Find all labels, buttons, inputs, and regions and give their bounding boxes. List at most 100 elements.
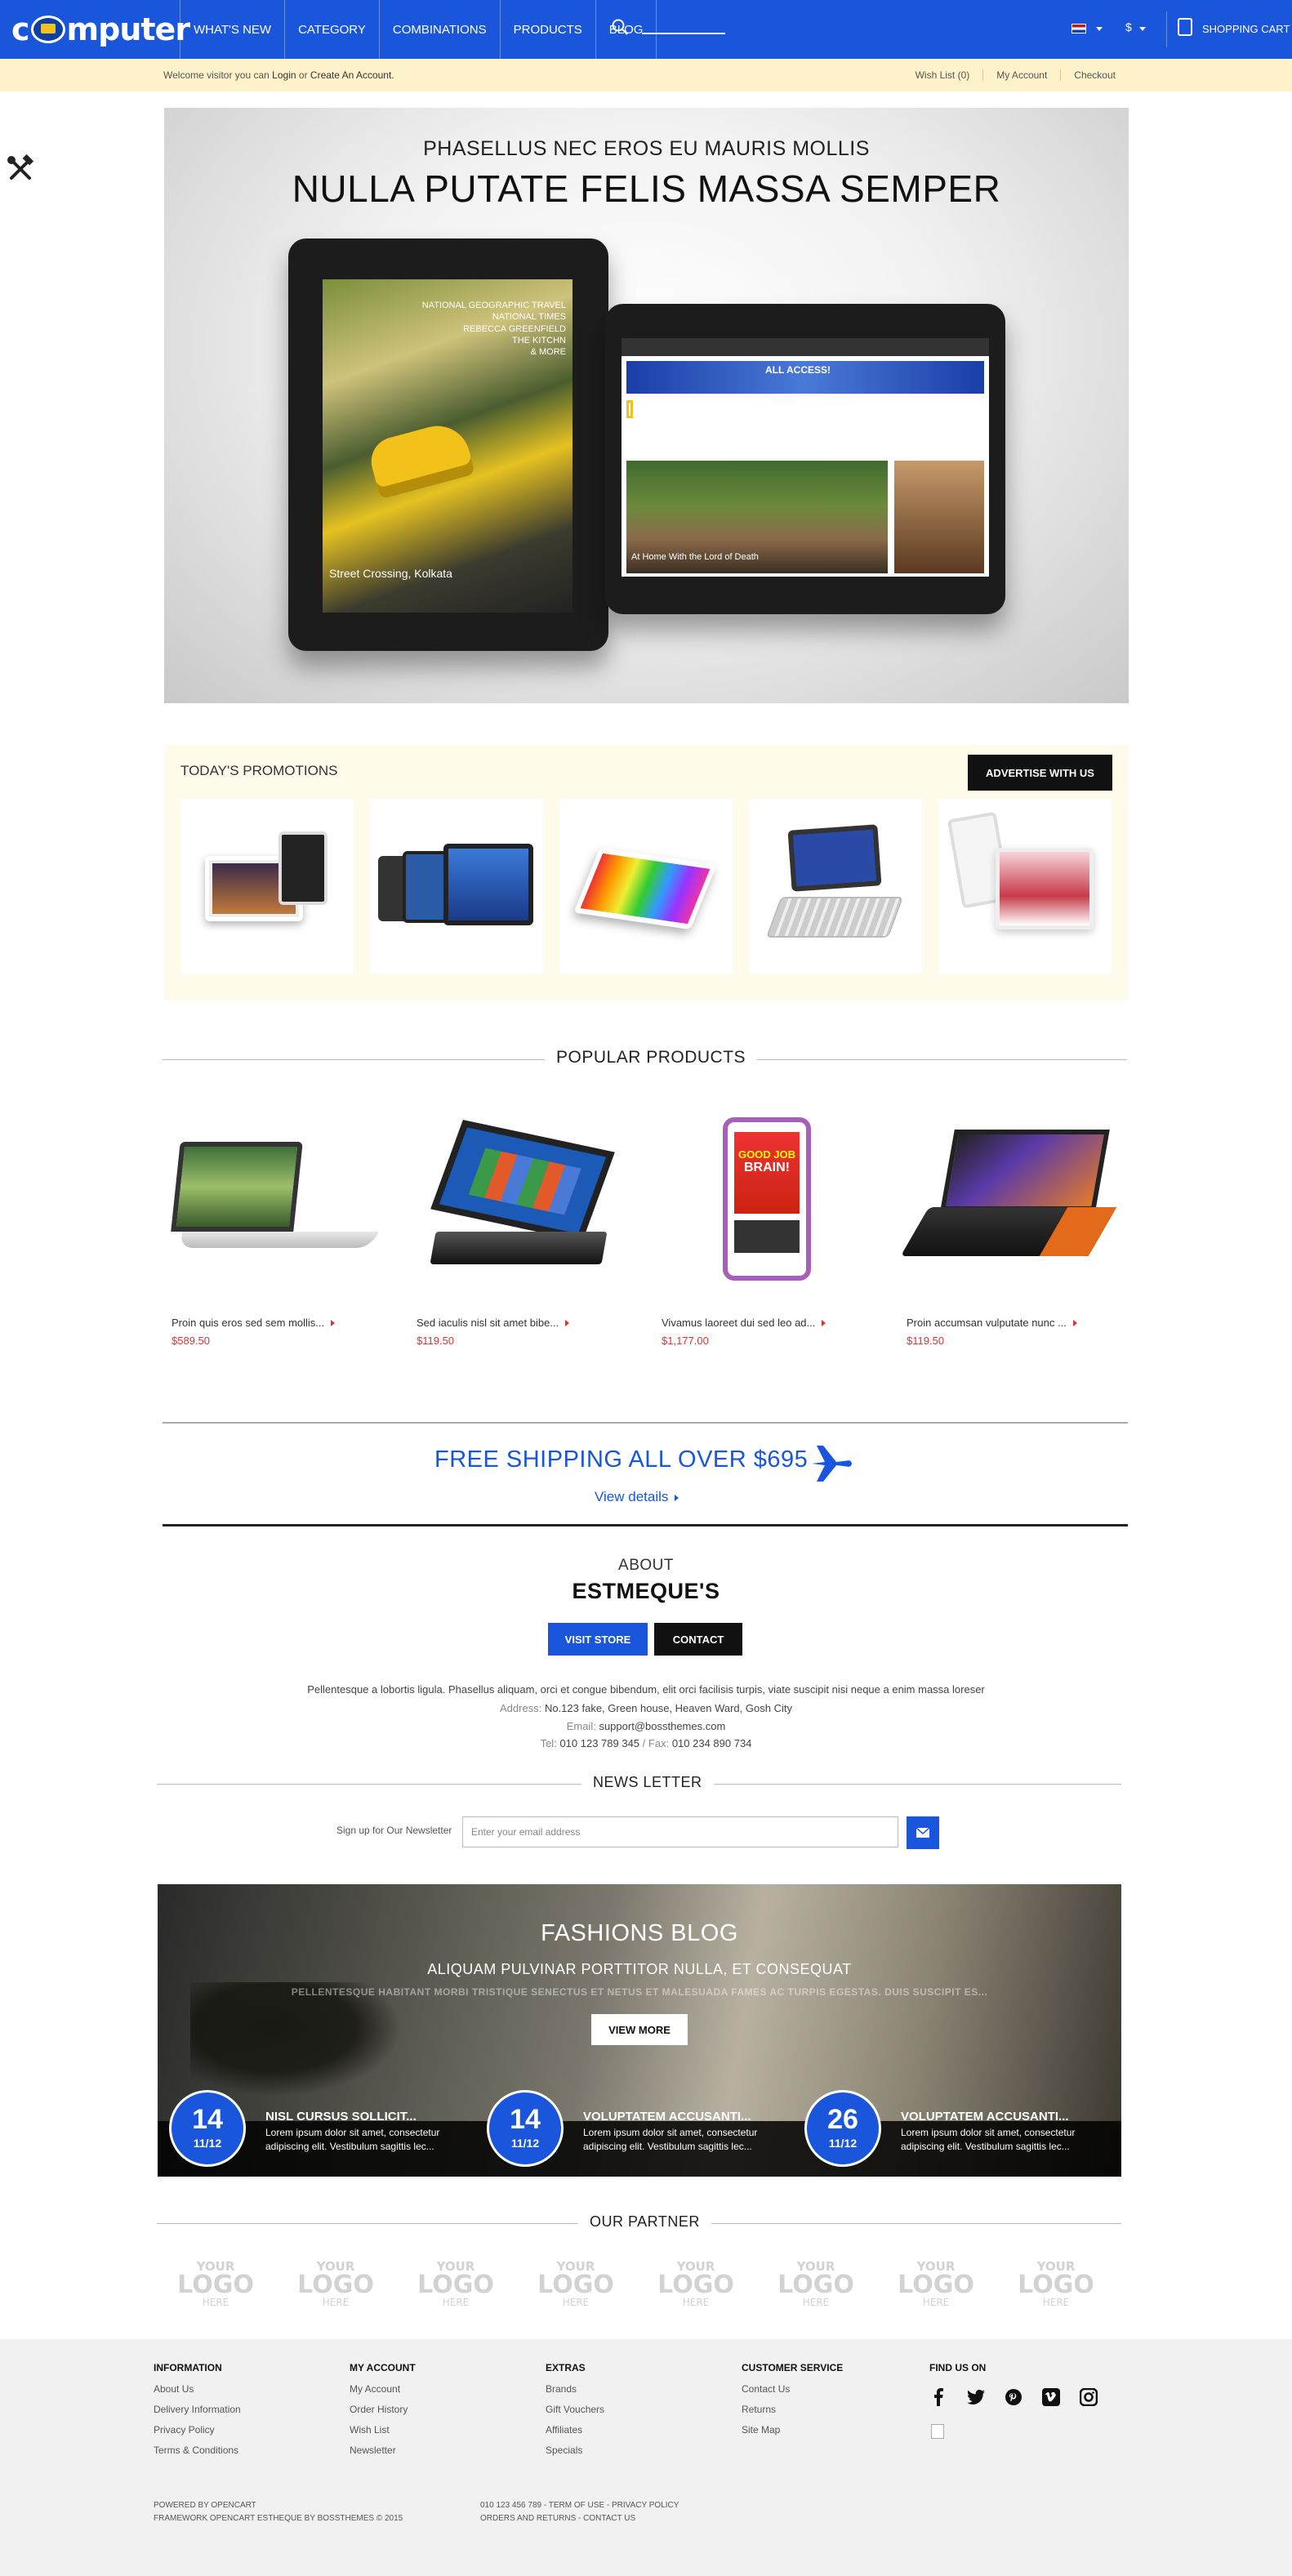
footer-link[interactable]: Specials xyxy=(546,2445,604,2456)
partner-logo[interactable]: YOUR LOGO HERE xyxy=(537,2261,615,2315)
ad-text: ALL ACCESS! xyxy=(765,364,831,376)
cart-label[interactable]: SHOPPING CART xyxy=(1202,23,1290,35)
partner-logo[interactable]: YOUR LOGO HERE xyxy=(417,2261,495,2315)
footer-link[interactable]: Delivery Information xyxy=(154,2404,241,2415)
product-card[interactable]: Sed iaculis nisl sit amet bibe... $119.5… xyxy=(408,1109,629,1354)
twitter-icon[interactable] xyxy=(967,2388,985,2406)
footer-link[interactable]: Contact Us xyxy=(742,2383,843,2395)
nav-products[interactable]: PRODUCTS xyxy=(499,0,595,59)
blog-post[interactable]: 14 11/12 VOLUPTATEM ACCUSANTI... Lorem ip… xyxy=(487,2090,797,2172)
promotions-title: TODAY'S PROMOTIONS xyxy=(180,763,338,778)
partner-logo[interactable]: YOUR LOGO HERE xyxy=(296,2261,375,2315)
partner-logo-text: LOGO xyxy=(417,2271,494,2299)
product-image[interactable] xyxy=(163,1109,384,1297)
partner-logo[interactable]: YOUR LOGO HERE xyxy=(176,2261,255,2315)
product-price: $589.50 xyxy=(172,1335,210,1347)
chevron-right-icon xyxy=(822,1320,826,1326)
partner-logo[interactable]: YOUR LOGO HERE xyxy=(777,2261,855,2315)
pinterest-icon[interactable] xyxy=(1005,2388,1022,2406)
product-card[interactable]: Proin quis eros sed sem mollis... $589.5… xyxy=(163,1109,384,1354)
hero-banner[interactable]: PHASELLUS NEC EROS EU MAURIS MOLLIS NULL… xyxy=(164,108,1129,703)
language-flag-icon[interactable] xyxy=(1071,24,1086,33)
product-image[interactable] xyxy=(408,1109,629,1297)
product-name[interactable]: Sed iaculis nisl sit amet bibe... xyxy=(417,1317,570,1329)
footer-link[interactable]: Brands xyxy=(546,2383,604,2395)
legal-links-line[interactable]: 010 123 456 789 - TERM OF USE - PRIVACY … xyxy=(480,2499,679,2512)
vimeo-icon[interactable] xyxy=(1042,2388,1060,2406)
chevron-down-icon[interactable] xyxy=(1139,27,1146,31)
post-title[interactable]: VOLUPTATEM ACCUSANTI... xyxy=(901,2110,1069,2124)
newsletter-email-input[interactable]: Enter your email address xyxy=(462,1816,898,1847)
product-card[interactable]: Proin accumsan vulputate nunc ... $119.5… xyxy=(898,1109,1119,1354)
welcome-text: Welcome visitor you can xyxy=(163,69,270,81)
blog-post[interactable]: 14 11/12 NISL CURSUS SOLLICIT... Lorem ip… xyxy=(169,2090,479,2172)
free-shipping-title: FREE SHIPPING ALL OVER $695 xyxy=(434,1446,809,1473)
chevron-down-icon[interactable] xyxy=(1096,27,1103,31)
footer-link[interactable]: Terms & Conditions xyxy=(154,2445,241,2456)
partner-logo[interactable]: YOUR LOGO HERE xyxy=(1017,2261,1095,2315)
post-title[interactable]: VOLUPTATEM ACCUSANTI... xyxy=(583,2110,751,2124)
wishlist-link[interactable]: Wish List (0) xyxy=(902,69,983,81)
currency-selector[interactable]: $ xyxy=(1125,20,1132,33)
view-details-link[interactable]: View details xyxy=(595,1489,679,1505)
tools-icon[interactable] xyxy=(5,154,36,185)
blog-post[interactable]: 26 11/12 VOLUPTATEM ACCUSANTI... Lorem ip… xyxy=(804,2090,1115,2172)
newsletter-heading: NEWS LETTER xyxy=(581,1774,714,1791)
partner-logo[interactable]: YOUR LOGO HERE xyxy=(657,2261,735,2315)
product-name[interactable]: Proin accumsan vulputate nunc ... xyxy=(907,1317,1077,1329)
promo-card[interactable] xyxy=(370,799,543,974)
nav-whats-new[interactable]: WHAT'S NEW xyxy=(180,0,284,59)
instagram-icon[interactable] xyxy=(1080,2388,1098,2406)
footer-link[interactable]: Wish List xyxy=(350,2424,416,2436)
tablet-image-portrait: NATIONAL GEOGRAPHIC TRAVEL NATIONAL TIME… xyxy=(288,238,608,651)
footer-column-title: CUSTOMER SERVICE xyxy=(742,2362,844,2373)
nav-category[interactable]: CATEGORY xyxy=(284,0,379,59)
promo-card[interactable] xyxy=(749,799,922,974)
blog-subtitle: ALIQUAM PULVINAR PORTTITOR NULLA, ET CON… xyxy=(427,1961,852,1977)
partner-logo-text: LOGO xyxy=(177,2271,254,2299)
cart-icon[interactable] xyxy=(1178,18,1192,36)
facebook-icon[interactable] xyxy=(929,2388,947,2406)
footer-link[interactable]: Newsletter xyxy=(350,2445,416,2456)
product-card[interactable]: GOOD JOB BRAIN! Vivamus laoreet dui sed l… xyxy=(653,1109,874,1354)
footer-link[interactable]: About Us xyxy=(154,2383,241,2395)
partner-logo[interactable]: YOUR LOGO HERE xyxy=(897,2261,975,2315)
contact-button[interactable]: CONTACT xyxy=(654,1623,742,1656)
product-name[interactable]: Proin quis eros sed sem mollis... xyxy=(172,1317,336,1329)
footer-link[interactable]: Affiliates xyxy=(546,2424,604,2436)
product-price: $1,177.00 xyxy=(662,1335,709,1347)
login-link[interactable]: Login xyxy=(272,69,296,81)
view-more-button[interactable]: VIEW MORE xyxy=(591,2014,688,2045)
my-account-link[interactable]: My Account xyxy=(982,69,1060,81)
product-image[interactable]: GOOD JOB BRAIN! xyxy=(653,1109,874,1297)
footer-link[interactable]: Returns xyxy=(742,2404,843,2415)
visit-store-button[interactable]: VISIT STORE xyxy=(548,1623,648,1656)
footer-link[interactable]: Order History xyxy=(350,2404,416,2415)
site-logo[interactable]: c mputer xyxy=(11,11,190,47)
create-account-link[interactable]: Create An Account. xyxy=(310,69,394,81)
product-name[interactable]: Vivamus laoreet dui sed leo ad... xyxy=(662,1317,826,1329)
orders-links-line[interactable]: ORDERS AND RETURNS - CONTACT US xyxy=(480,2512,679,2525)
tablet-side-text: NATIONAL GEOGRAPHIC TRAVEL NATIONAL TIME… xyxy=(421,301,566,358)
account-links: Wish List (0) My Account Checkout xyxy=(902,59,1129,91)
footer-link[interactable]: Privacy Policy xyxy=(154,2424,241,2436)
footer-link[interactable]: Gift Vouchers xyxy=(546,2404,604,2415)
advertise-button[interactable]: ADVERTISE WITH US xyxy=(968,755,1112,791)
nav-combinations[interactable]: COMBINATIONS xyxy=(378,0,500,59)
search-input[interactable] xyxy=(642,33,725,34)
promo-card[interactable] xyxy=(180,799,354,974)
search-icon[interactable] xyxy=(611,18,629,36)
product-image[interactable] xyxy=(898,1109,1119,1297)
checkout-link[interactable]: Checkout xyxy=(1060,69,1129,81)
post-date-badge: 14 11/12 xyxy=(169,2090,246,2167)
about-phone: Tel: 010 123 789 345 / Fax: 010 234 890 … xyxy=(540,1737,752,1749)
post-title[interactable]: NISL CURSUS SOLLICIT... xyxy=(265,2110,417,2124)
newsletter-submit-button[interactable] xyxy=(907,1816,939,1849)
promo-card[interactable] xyxy=(559,799,733,974)
footer-link[interactable]: My Account xyxy=(350,2383,416,2395)
promo-card[interactable] xyxy=(938,799,1112,974)
or-text: or xyxy=(298,69,308,81)
footer: INFORMATION About Us Delivery Informatio… xyxy=(0,2339,1292,2576)
footer-link[interactable]: Site Map xyxy=(742,2424,843,2436)
footer-column-title: INFORMATION xyxy=(154,2362,222,2373)
